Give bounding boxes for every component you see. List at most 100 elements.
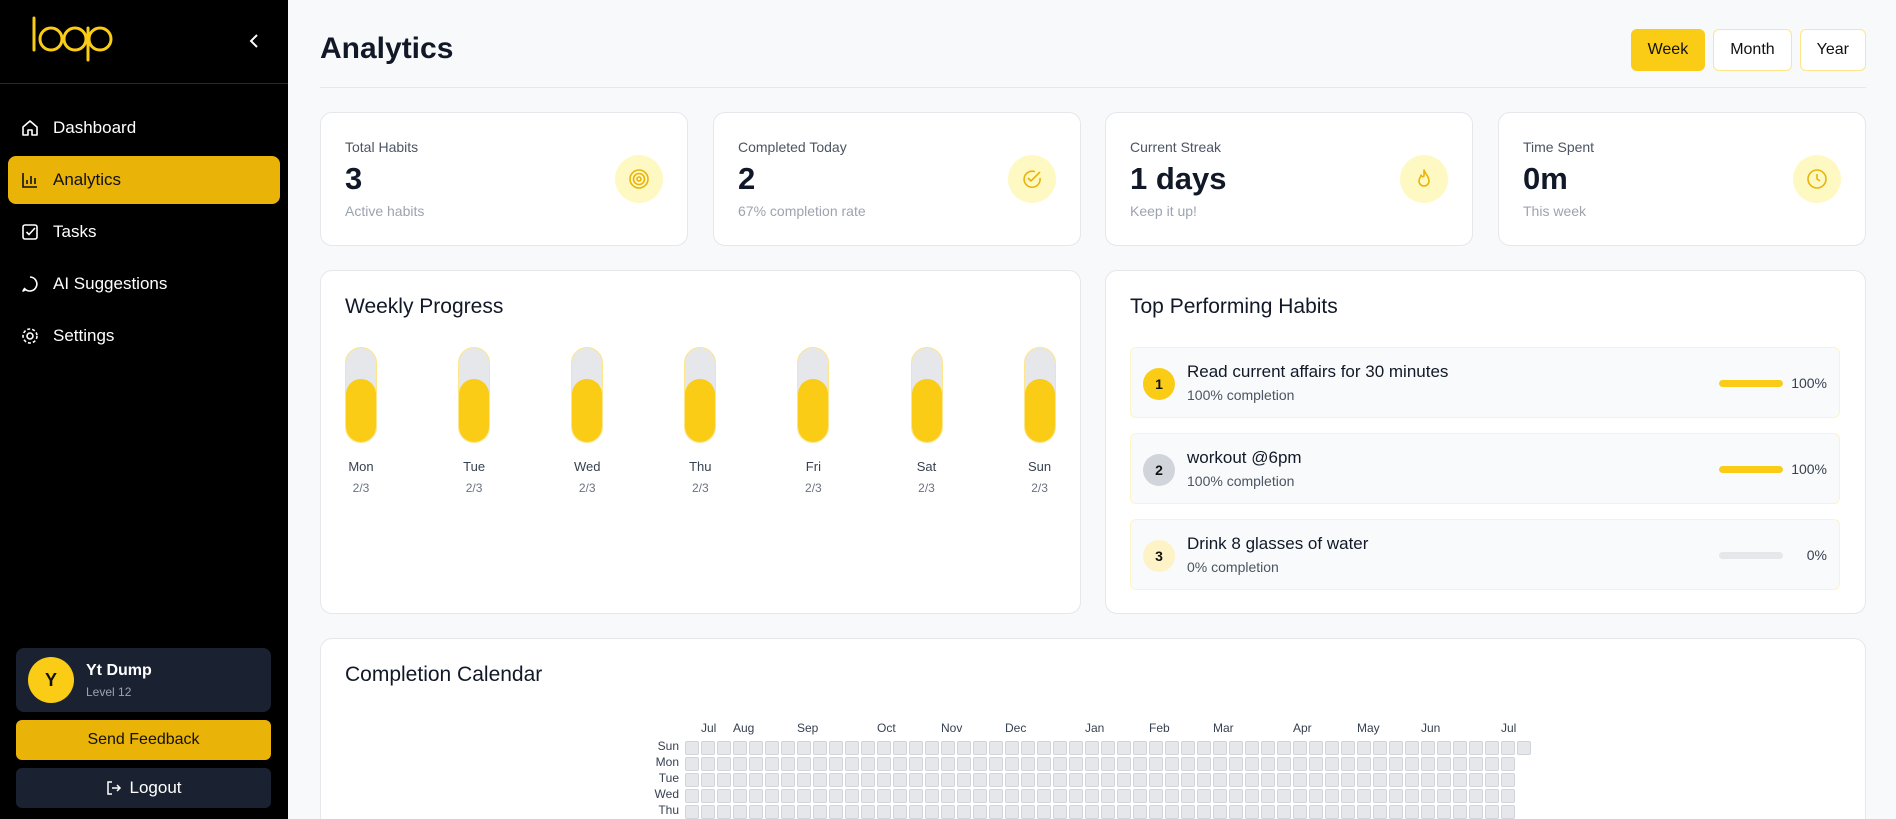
calendar-cell[interactable] [1341,757,1355,771]
calendar-cell[interactable] [1165,757,1179,771]
calendar-cell[interactable] [1005,789,1019,803]
calendar-cell[interactable] [1213,741,1227,755]
calendar-cell[interactable] [1213,757,1227,771]
calendar-cell[interactable] [1501,741,1515,755]
calendar-cell[interactable] [1021,757,1035,771]
calendar-cell[interactable] [941,741,955,755]
calendar-cell[interactable] [893,789,907,803]
calendar-cell[interactable] [1341,805,1355,819]
calendar-cell[interactable] [1277,789,1291,803]
sidebar-item-settings[interactable]: Settings [8,312,280,360]
calendar-cell[interactable] [733,789,747,803]
calendar-cell[interactable] [1005,741,1019,755]
calendar-cell[interactable] [749,741,763,755]
calendar-cell[interactable] [1405,757,1419,771]
calendar-cell[interactable] [1325,757,1339,771]
calendar-cell[interactable] [717,773,731,787]
calendar-cell[interactable] [685,757,699,771]
calendar-cell[interactable] [861,773,875,787]
calendar-cell[interactable] [1405,789,1419,803]
calendar-cell[interactable] [1261,757,1275,771]
calendar-cell[interactable] [1037,789,1051,803]
calendar-cell[interactable] [941,773,955,787]
calendar-cell[interactable] [1053,805,1067,819]
calendar-cell[interactable] [1325,805,1339,819]
calendar-cell[interactable] [989,773,1003,787]
calendar-cell[interactable] [1053,741,1067,755]
calendar-cell[interactable] [989,757,1003,771]
calendar-cell[interactable] [925,789,939,803]
calendar-cell[interactable] [1501,757,1515,771]
calendar-cell[interactable] [1437,773,1451,787]
calendar-cell[interactable] [957,741,971,755]
calendar-cell[interactable] [1197,805,1211,819]
habit-row[interactable]: 1 Read current affairs for 30 minutes 100%… [1130,347,1840,418]
calendar-cell[interactable] [1117,741,1131,755]
calendar-cell[interactable] [957,805,971,819]
calendar-cell[interactable] [925,773,939,787]
calendar-cell[interactable] [1037,773,1051,787]
calendar-cell[interactable] [1309,741,1323,755]
calendar-cell[interactable] [845,805,859,819]
calendar-cell[interactable] [1261,741,1275,755]
calendar-cell[interactable] [1117,757,1131,771]
calendar-cell[interactable] [861,789,875,803]
calendar-cell[interactable] [733,741,747,755]
calendar-cell[interactable] [749,773,763,787]
calendar-cell[interactable] [1037,757,1051,771]
calendar-cell[interactable] [813,805,827,819]
calendar-cell[interactable] [765,757,779,771]
calendar-cell[interactable] [893,773,907,787]
calendar-cell[interactable] [1469,741,1483,755]
calendar-cell[interactable] [797,789,811,803]
sidebar-item-tasks[interactable]: Tasks [8,208,280,256]
calendar-cell[interactable] [1453,757,1467,771]
calendar-cell[interactable] [1277,805,1291,819]
calendar-cell[interactable] [1021,789,1035,803]
calendar-cell[interactable] [1293,789,1307,803]
calendar-cell[interactable] [845,741,859,755]
calendar-cell[interactable] [909,741,923,755]
calendar-cell[interactable] [685,741,699,755]
calendar-cell[interactable] [1389,757,1403,771]
calendar-cell[interactable] [1005,773,1019,787]
calendar-cell[interactable] [877,805,891,819]
calendar-cell[interactable] [1389,773,1403,787]
calendar-cell[interactable] [1373,757,1387,771]
collapse-sidebar-button[interactable] [244,28,264,54]
habit-row[interactable]: 2 workout @6pm 100% completion 100% [1130,433,1840,504]
calendar-cell[interactable] [1437,741,1451,755]
calendar-cell[interactable] [1341,773,1355,787]
calendar-cell[interactable] [1213,805,1227,819]
calendar-cell[interactable] [925,757,939,771]
calendar-cell[interactable] [733,773,747,787]
calendar-cell[interactable] [1037,805,1051,819]
calendar-cell[interactable] [877,773,891,787]
calendar-cell[interactable] [1133,757,1147,771]
calendar-cell[interactable] [1309,805,1323,819]
calendar-cell[interactable] [1069,757,1083,771]
calendar-cell[interactable] [1229,741,1243,755]
calendar-cell[interactable] [717,757,731,771]
calendar-cell[interactable] [845,773,859,787]
range-year-button[interactable]: Year [1799,29,1866,71]
calendar-cell[interactable] [909,789,923,803]
calendar-cell[interactable] [1229,773,1243,787]
calendar-cell[interactable] [1453,805,1467,819]
calendar-cell[interactable] [909,757,923,771]
calendar-cell[interactable] [1357,741,1371,755]
calendar-cell[interactable] [1101,757,1115,771]
calendar-cell[interactable] [1069,789,1083,803]
calendar-cell[interactable] [1501,789,1515,803]
calendar-cell[interactable] [861,741,875,755]
calendar-cell[interactable] [797,741,811,755]
calendar-cell[interactable] [1197,773,1211,787]
calendar-cell[interactable] [957,773,971,787]
calendar-cell[interactable] [1261,789,1275,803]
calendar-cell[interactable] [781,741,795,755]
calendar-cell[interactable] [973,741,987,755]
calendar-cell[interactable] [1293,773,1307,787]
loop-logo[interactable] [30,14,116,69]
calendar-cell[interactable] [1485,757,1499,771]
calendar-cell[interactable] [1373,741,1387,755]
